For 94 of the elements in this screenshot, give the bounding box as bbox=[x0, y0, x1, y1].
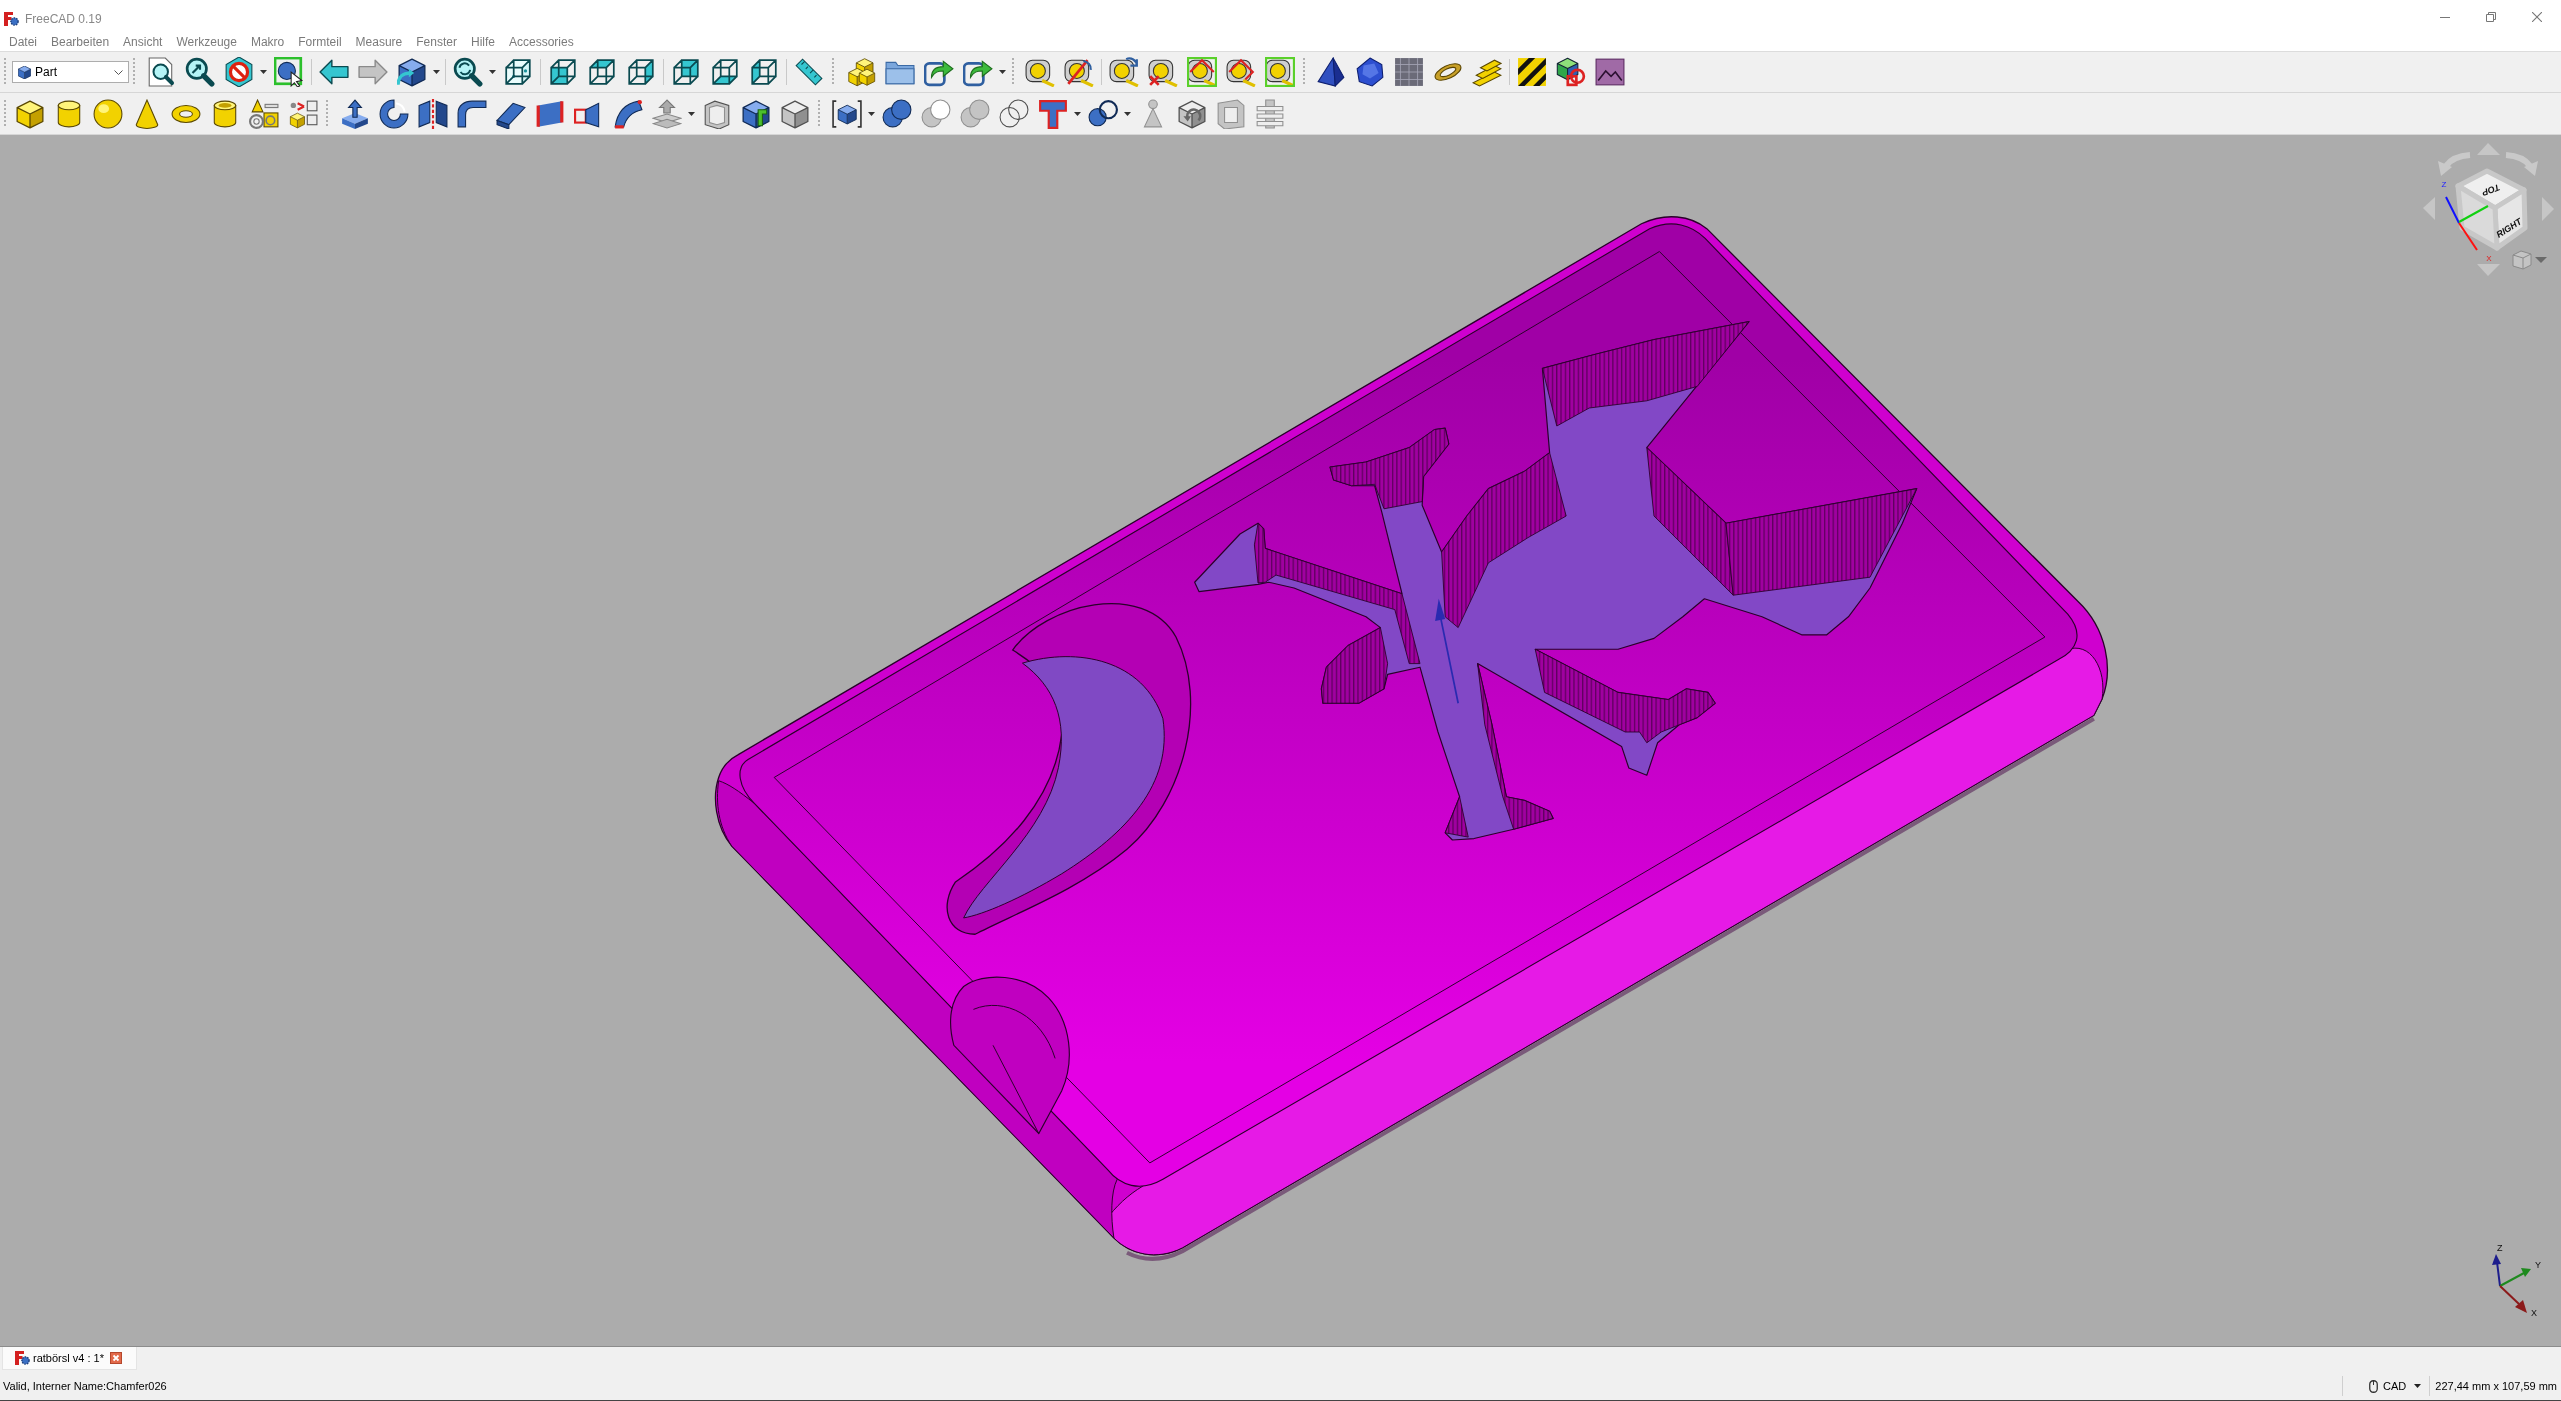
caret-icon[interactable] bbox=[868, 111, 875, 116]
tape-measure-icon[interactable] bbox=[1186, 57, 1217, 87]
menu-item[interactable]: Accessories bbox=[509, 35, 574, 49]
menu-item[interactable]: Datei bbox=[9, 35, 37, 49]
caret-icon[interactable] bbox=[2414, 1384, 2422, 1388]
menu-item[interactable]: Fenster bbox=[416, 35, 457, 49]
cube-selection-icon[interactable] bbox=[273, 57, 304, 87]
stacked-layers-icon[interactable] bbox=[1254, 98, 1285, 129]
t-shape-icon[interactable] bbox=[1037, 98, 1068, 129]
revolve-icon[interactable] bbox=[378, 98, 409, 129]
close-icon[interactable] bbox=[2532, 12, 2542, 22]
caret-icon[interactable] bbox=[1074, 111, 1081, 116]
magnifier-icon[interactable] bbox=[184, 57, 215, 87]
cube-icon bbox=[18, 65, 31, 79]
stairs-icon[interactable] bbox=[1471, 57, 1502, 87]
mirror-icon[interactable] bbox=[417, 98, 448, 129]
offset-icon[interactable] bbox=[651, 98, 682, 129]
fused-spheres-icon[interactable] bbox=[959, 98, 990, 129]
workbench-dropdown[interactable]: Part bbox=[12, 61, 129, 83]
axis-label: X bbox=[2486, 254, 2492, 263]
frame-icon[interactable] bbox=[1215, 98, 1246, 129]
tape-measure-icon[interactable] bbox=[1024, 57, 1055, 87]
cut-spheres-icon[interactable] bbox=[920, 98, 951, 129]
window-title: FreeCAD 0.19 bbox=[25, 12, 102, 26]
caret-icon[interactable] bbox=[489, 70, 496, 74]
cube-face-label: TOP bbox=[2480, 182, 2502, 198]
view-cube-icon[interactable] bbox=[502, 57, 533, 87]
caret-icon[interactable] bbox=[1124, 111, 1131, 116]
cube-arrow-icon[interactable] bbox=[396, 57, 427, 87]
axis-label: Z bbox=[2497, 1243, 2503, 1253]
caret-icon[interactable] bbox=[999, 70, 1006, 74]
magnifier-refresh-icon[interactable] bbox=[452, 57, 483, 87]
polyhedron-icon[interactable] bbox=[1354, 57, 1385, 87]
view-cube-icon[interactable] bbox=[709, 57, 740, 87]
mesh-grid-icon[interactable] bbox=[1393, 57, 1424, 87]
app-logo-icon bbox=[14, 1351, 30, 1365]
intersecting-circles-icon[interactable] bbox=[998, 98, 1029, 129]
view-cube-icon[interactable] bbox=[670, 57, 701, 87]
split-rings-icon[interactable] bbox=[1087, 98, 1118, 129]
axis-lines-icon bbox=[2445, 196, 2489, 251]
image-icon[interactable] bbox=[1594, 57, 1625, 87]
document-tab[interactable]: ratbörsl v4 : 1* bbox=[2, 1347, 137, 1370]
menu-item[interactable]: Hilfe bbox=[470, 35, 495, 49]
axis-label: Z bbox=[2441, 180, 2447, 189]
restore-icon[interactable] bbox=[2486, 12, 2496, 22]
dimensions-text: 227,44 mm x 107,59 mm bbox=[2435, 1378, 2557, 1394]
view-cube-icon[interactable] bbox=[547, 57, 578, 87]
extrude-icon[interactable] bbox=[339, 98, 370, 129]
navigation-style-button[interactable]: CAD bbox=[2369, 1377, 2422, 1395]
tape-measure-icon[interactable] bbox=[1147, 57, 1178, 87]
mouse-icon bbox=[2369, 1379, 2379, 1393]
view-cube-icon[interactable] bbox=[748, 57, 779, 87]
cube-undo-icon[interactable] bbox=[1176, 98, 1207, 129]
fillet-icon[interactable] bbox=[456, 98, 487, 129]
view-cube-icon[interactable] bbox=[625, 57, 656, 87]
status-message: Valid, Interner Name:Chamfer026 bbox=[3, 1378, 167, 1394]
sweep-icon[interactable] bbox=[612, 98, 643, 129]
axis-label: Y bbox=[2535, 1260, 2541, 1270]
app-logo-icon bbox=[3, 12, 19, 26]
cube-icon[interactable] bbox=[779, 98, 810, 129]
shape-builder-icon[interactable] bbox=[287, 98, 318, 129]
right-arrow-icon[interactable] bbox=[357, 57, 388, 87]
navigation-cube[interactable] bbox=[2455, 168, 2528, 251]
menu-item[interactable]: Ansicht bbox=[123, 35, 163, 49]
tape-measure-icon[interactable] bbox=[1108, 57, 1139, 87]
menu-item[interactable]: Measure bbox=[355, 35, 403, 49]
ruler-icon[interactable] bbox=[793, 57, 824, 87]
ruled-surface-icon[interactable] bbox=[534, 98, 565, 129]
tape-measure-icon[interactable] bbox=[1225, 57, 1256, 87]
menu-item[interactable]: Bearbeiten bbox=[51, 35, 110, 49]
caret-icon[interactable] bbox=[688, 111, 695, 116]
menu-item[interactable]: Makro bbox=[250, 35, 285, 49]
caret-icon[interactable] bbox=[260, 70, 267, 74]
boolean-icon[interactable] bbox=[881, 98, 912, 129]
chevron-down-icon bbox=[114, 69, 123, 75]
view-cube-icon[interactable] bbox=[586, 57, 617, 87]
cube-icon[interactable] bbox=[14, 98, 45, 129]
axis-label: X bbox=[2531, 1308, 2537, 1318]
left-arrow-icon[interactable] bbox=[318, 57, 349, 87]
stepped-block-icon[interactable] bbox=[845, 57, 876, 87]
tape-measure-icon[interactable] bbox=[1063, 57, 1094, 87]
primitives-icon[interactable] bbox=[248, 98, 279, 129]
tape-measure-icon[interactable] bbox=[1264, 57, 1295, 87]
caret-icon[interactable] bbox=[433, 70, 440, 74]
pyramid-icon[interactable] bbox=[1315, 57, 1346, 87]
menu-item[interactable]: Formteil bbox=[298, 35, 342, 49]
close-icon[interactable] bbox=[109, 1352, 122, 1364]
compound-cube-icon[interactable] bbox=[831, 98, 862, 129]
projection-icon[interactable] bbox=[740, 98, 771, 129]
prohibited-sign-icon[interactable] bbox=[223, 57, 254, 87]
menu-item[interactable]: Werkzeuge bbox=[176, 35, 237, 49]
striped-square-icon[interactable] bbox=[1516, 57, 1547, 87]
sphere-icon[interactable] bbox=[92, 98, 123, 129]
cube-circle-icon[interactable] bbox=[1555, 57, 1586, 87]
